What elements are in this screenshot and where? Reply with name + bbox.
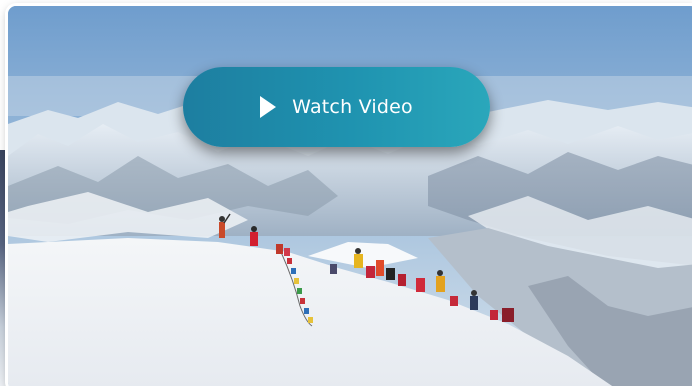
mountain-summit-photo bbox=[8, 6, 692, 386]
page: Watch Video bbox=[0, 0, 692, 386]
video-card[interactable]: Watch Video bbox=[8, 6, 692, 386]
play-icon bbox=[260, 96, 277, 118]
watch-video-button[interactable]: Watch Video bbox=[183, 67, 490, 147]
watch-video-label: Watch Video bbox=[292, 96, 413, 118]
